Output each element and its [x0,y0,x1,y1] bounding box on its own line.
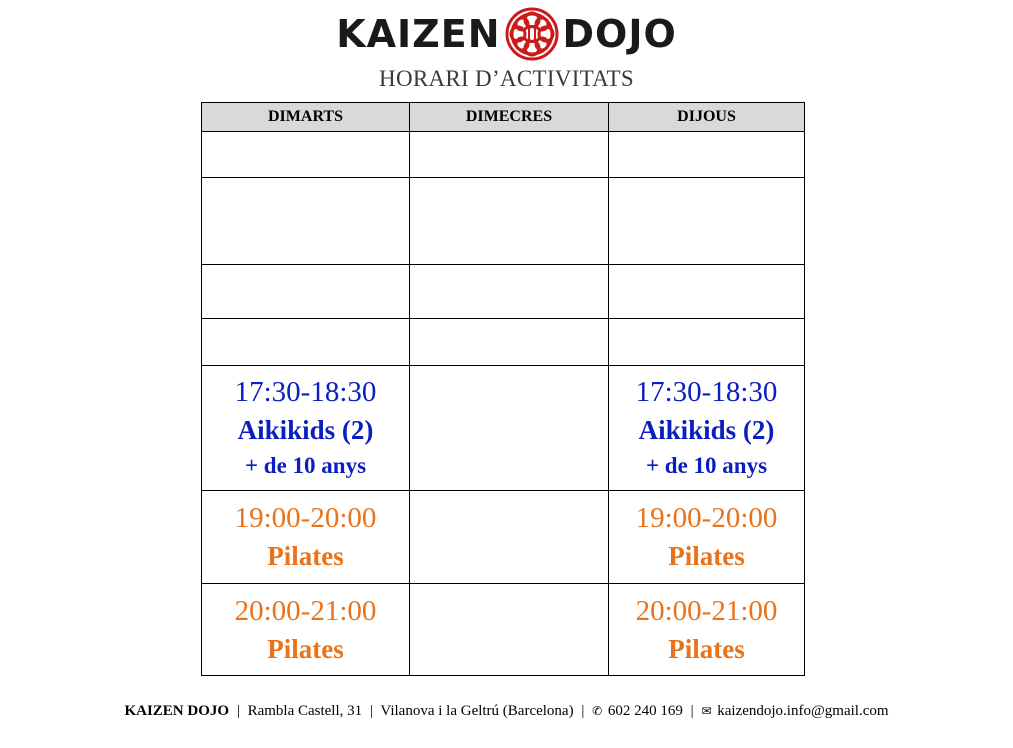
logo: KAIZEN DOJO [0,6,1013,62]
table-cell [608,264,805,319]
table-row: 20:00-21:00 Pilates 20:00-21:00 Pilates [201,583,805,676]
footer-phone[interactable]: 602 240 169 [608,703,683,719]
table-row: 17:30-18:30 Aikikids (2) + de 10 anys 17… [201,365,805,491]
class-time: 19:00-20:00 [234,502,377,534]
footer-separator: | [690,703,694,719]
class-name: Aikikids (2) [237,415,374,445]
class-time: 20:00-21:00 [635,594,778,627]
envelope-icon: ✉ [701,704,712,718]
footer-name: KAIZEN DOJO [124,703,230,719]
header-tuesday: DIMARTS [201,102,410,132]
dojo-knot-emblem-icon [503,5,561,63]
class-age: + de 10 anys [645,453,768,478]
aikikids-tuesday-cell: 17:30-18:30 Aikikids (2) + de 10 anys [201,365,410,491]
table-row [201,131,805,178]
table-cell [201,177,410,265]
table-cell [409,177,609,265]
table-cell [409,583,609,676]
phone-icon: ✆ [592,704,603,718]
class-name: Pilates [267,633,344,664]
table-header-row: DIMARTS DIMECRES DIJOUS [201,102,805,132]
class-age: + de 10 anys [244,453,367,478]
footer-separator: | [236,703,240,719]
document-title: HORARI D’ACTIVITATS [379,66,634,91]
footer-address: Rambla Castell, 31 [247,703,363,719]
table-cell [409,131,609,178]
table-cell [409,264,609,319]
pilates-late-tuesday-cell: 20:00-21:00 Pilates [201,583,410,676]
table-cell [409,490,609,584]
schedule-table: DIMARTS DIMECRES DIJOUS 17:30-18:30 Aiki… [201,102,805,676]
table-cell [409,318,609,366]
table-cell [608,177,805,265]
table-row: 19:00-20:00 Pilates 19:00-20:00 Pilates [201,490,805,584]
class-time: 20:00-21:00 [234,594,377,627]
table-cell [608,131,805,178]
logo-text-right: DOJO [562,12,677,56]
table-row [201,264,805,319]
pilates-thursday-cell: 19:00-20:00 Pilates [608,490,805,584]
pilates-tuesday-cell: 19:00-20:00 Pilates [201,490,410,584]
class-time: 17:30-18:30 [635,376,778,408]
class-time: 19:00-20:00 [635,502,778,534]
table-cell [201,264,410,319]
footer-separator: | [581,703,585,719]
footer: KAIZEN DOJO | Rambla Castell, 31 | Vilan… [0,703,1013,720]
class-time: 17:30-18:30 [234,376,377,408]
table-cell [608,318,805,366]
class-name: Pilates [668,633,745,664]
pilates-late-thursday-cell: 20:00-21:00 Pilates [608,583,805,676]
table-cell [201,131,410,178]
table-cell [201,318,410,366]
table-row [201,177,805,265]
header-wednesday: DIMECRES [409,102,609,132]
footer-separator: | [369,703,373,719]
class-name: Aikikids (2) [638,415,775,445]
table-cell [409,365,609,491]
footer-email[interactable]: kaizendojo.info@gmail.com [717,703,888,719]
header-thursday: DIJOUS [608,102,805,132]
footer-city: Vilanova i la Geltrú (Barcelona) [380,703,574,719]
class-name: Pilates [668,541,745,571]
table-row [201,318,805,366]
logo-text-left: KAIZEN [336,12,501,56]
class-name: Pilates [267,541,344,571]
aikikids-thursday-cell: 17:30-18:30 Aikikids (2) + de 10 anys [608,365,805,491]
